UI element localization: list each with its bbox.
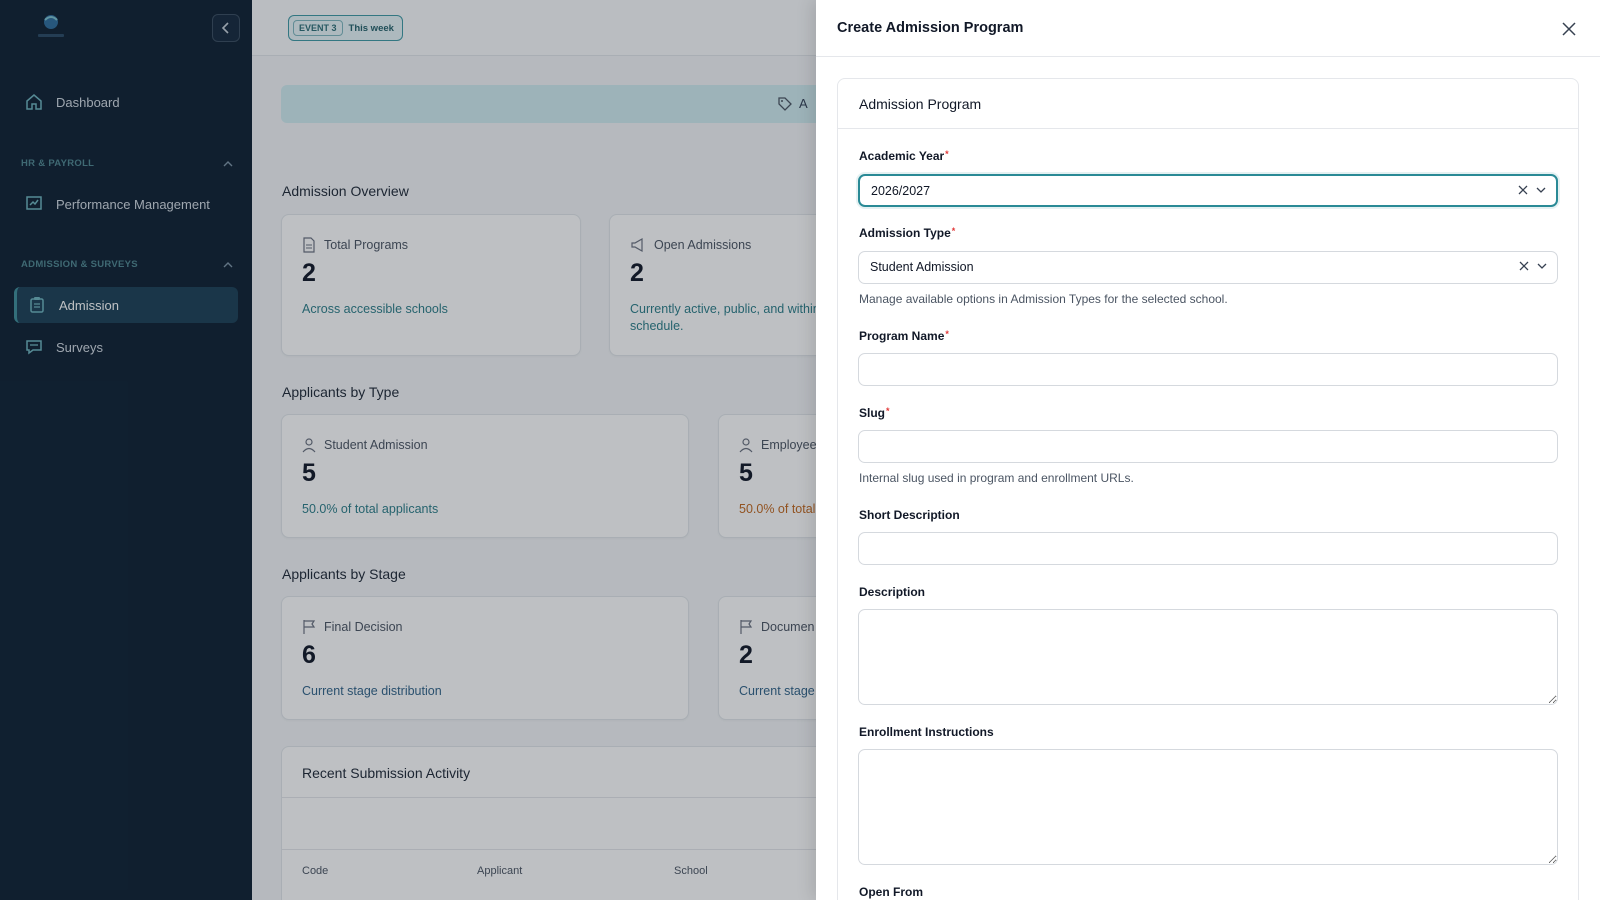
drawer-title: Create Admission Program — [837, 20, 1024, 36]
program-name-label: Program Name* — [859, 329, 949, 343]
close-button[interactable] — [1558, 18, 1580, 40]
admission-type-help: Manage available options in Admission Ty… — [859, 292, 1228, 306]
form-card-title: Admission Program — [859, 96, 982, 112]
clear-icon[interactable] — [1519, 261, 1529, 271]
select-value: 2026/2027 — [871, 184, 931, 198]
required-marker: * — [886, 406, 890, 416]
clear-icon[interactable] — [1518, 185, 1528, 195]
slug-input[interactable] — [858, 430, 1558, 463]
academic-year-select[interactable]: 2026/2027 — [858, 174, 1558, 207]
academic-year-label: Academic Year* — [859, 149, 949, 163]
admission-type-label: Admission Type* — [859, 226, 955, 240]
admission-program-form: Admission Program Academic Year* 2026/20… — [837, 78, 1579, 900]
required-marker: * — [945, 329, 949, 339]
required-marker: * — [945, 149, 949, 159]
open-from-label: Open From — [859, 885, 924, 899]
label-text: Program Name — [859, 329, 945, 343]
select-value: Student Admission — [870, 260, 974, 274]
label-text: Academic Year — [859, 149, 945, 163]
admission-type-select[interactable]: Student Admission — [858, 251, 1558, 284]
description-label: Description — [859, 585, 926, 599]
description-textarea[interactable] — [858, 609, 1558, 705]
short-description-label: Short Description — [859, 508, 960, 522]
chevron-down-icon[interactable] — [1537, 261, 1547, 271]
program-name-input[interactable] — [858, 353, 1558, 386]
required-marker: * — [951, 226, 956, 236]
close-icon — [1562, 22, 1576, 36]
form-card-header: Admission Program — [838, 79, 1578, 129]
label-text: Slug — [859, 406, 885, 420]
modal-backdrop[interactable] — [0, 0, 816, 900]
create-admission-program-drawer: Create Admission Program Admission Progr… — [816, 0, 1600, 900]
chevron-down-icon[interactable] — [1536, 185, 1546, 195]
slug-label: Slug* — [859, 406, 890, 420]
enrollment-instructions-label: Enrollment Instructions — [859, 725, 994, 739]
label-text: Admission Type — [859, 226, 951, 240]
drawer-header: Create Admission Program — [816, 0, 1600, 57]
enrollment-instructions-textarea[interactable] — [858, 749, 1558, 865]
short-description-input[interactable] — [858, 532, 1558, 565]
slug-help: Internal slug used in program and enroll… — [859, 471, 1134, 485]
